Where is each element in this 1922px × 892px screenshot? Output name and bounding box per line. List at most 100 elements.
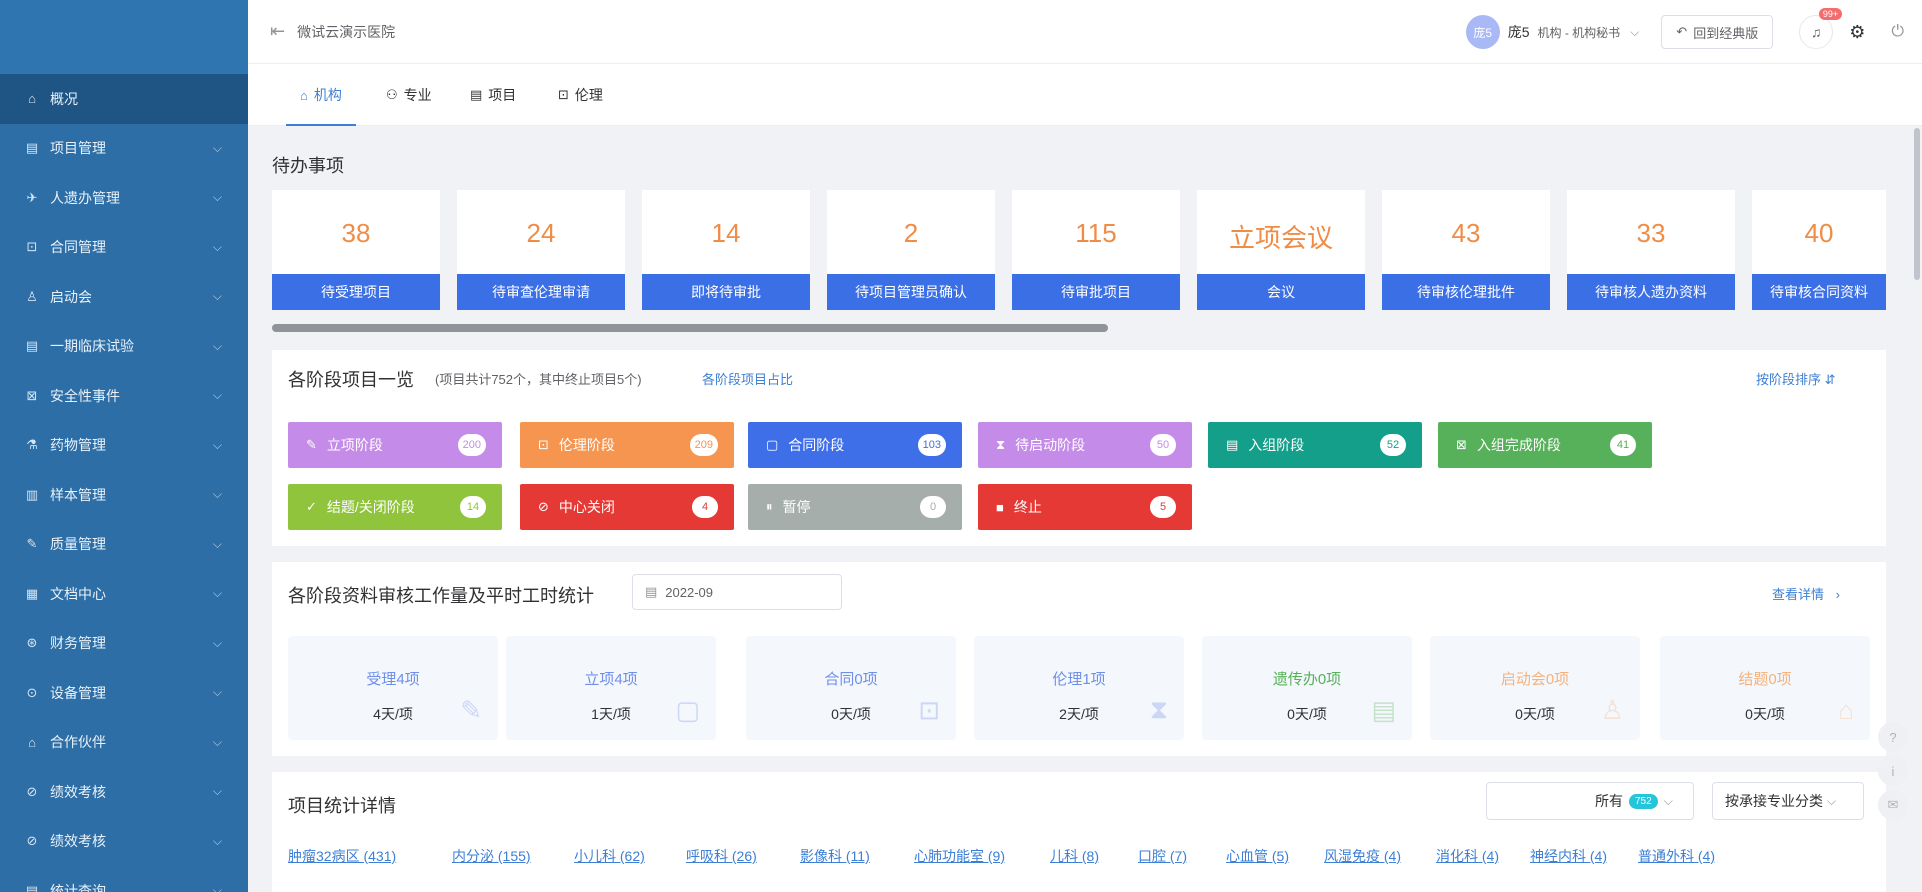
- menu-icon: ▦: [25, 585, 39, 601]
- sidebar-item[interactable]: ⚗ 药物管理 ⌵: [0, 421, 248, 471]
- todo-card[interactable]: 24 待审查伦理审请: [457, 190, 625, 310]
- stage-tag[interactable]: ⊘ 中心关闭 4: [520, 484, 734, 530]
- department-link[interactable]: 风湿免疫 (4): [1324, 846, 1401, 866]
- sidebar-item[interactable]: ⊘ 绩效考核 ⌵: [0, 767, 248, 817]
- department-link[interactable]: 儿科 (8): [1050, 846, 1099, 866]
- department-link[interactable]: 影像科 (11): [800, 846, 870, 866]
- stage-tag[interactable]: ⊡ 伦理阶段 209: [520, 422, 734, 468]
- sidebar-item[interactable]: ⊠ 安全性事件 ⌵: [0, 371, 248, 421]
- todo-count: 24: [526, 218, 556, 248]
- sidebar-item[interactable]: ⊛ 财务管理 ⌵: [0, 619, 248, 669]
- tab-ethics[interactable]: ⊡ 伦理: [558, 64, 603, 126]
- sidebar-item[interactable]: ⌂ 概况: [0, 74, 248, 124]
- workload-icon: ⧗: [1149, 694, 1168, 724]
- tab-project[interactable]: ▤ 项目: [470, 64, 516, 126]
- todo-card[interactable]: 14 即将待审批: [642, 190, 810, 310]
- month-picker[interactable]: ▤ 2022-09: [632, 574, 842, 610]
- todo-label: 待审核伦理批件: [1382, 274, 1550, 310]
- help-icon[interactable]: ?: [1878, 722, 1908, 752]
- workload-title-text: 伦理1项: [1052, 671, 1106, 688]
- todo-card[interactable]: 38 待受理项目: [272, 190, 440, 310]
- group-by-select[interactable]: 按承接专业分类 ⌵: [1712, 782, 1864, 820]
- sidebar-item[interactable]: ⊡ 合同管理 ⌵: [0, 223, 248, 273]
- stage-tag[interactable]: ⊠ 入组完成阶段 41: [1438, 422, 1652, 468]
- todo-card[interactable]: 40 待审核合同资料: [1752, 190, 1886, 310]
- sidebar-item[interactable]: ▦ 文档中心 ⌵: [0, 569, 248, 619]
- sidebar-item[interactable]: ▤ 项目管理 ⌵: [0, 124, 248, 174]
- tab-label: 专业: [403, 87, 432, 103]
- sidebar-item-label: 启动会: [50, 288, 92, 305]
- calendar-icon: ▤: [470, 87, 483, 102]
- stage-tag[interactable]: ⧗ 待启动阶段 50: [978, 422, 1192, 468]
- department-link[interactable]: 消化科 (4): [1436, 846, 1499, 866]
- workload-title: 各阶段资料审核工作量及平时工时统计: [288, 586, 594, 606]
- sidebar-item[interactable]: ✎ 质量管理 ⌵: [0, 520, 248, 570]
- filter-count: 752: [1629, 793, 1658, 809]
- sidebar-item[interactable]: ⊘ 绩效考核 ⌵: [0, 817, 248, 867]
- sidebar-item-label: 绩效考核: [50, 783, 106, 800]
- chevron-down-icon: ⌵: [212, 833, 222, 848]
- workload-card: 伦理1项 2天/项 ⧗: [974, 636, 1184, 740]
- stage-icon: ⊘: [538, 499, 549, 514]
- chevron-down-icon[interactable]: ⌵: [1630, 25, 1639, 40]
- stage-tag[interactable]: ✎ 立项阶段 200: [288, 422, 502, 468]
- view-details-link[interactable]: 查看详情 ›: [1772, 584, 1840, 603]
- sort-by-stage-link[interactable]: 按阶段排序 ⇵: [1756, 369, 1836, 388]
- department-link[interactable]: 肿瘤32病区 (431): [288, 846, 396, 866]
- vertical-scrollbar[interactable]: [1914, 128, 1920, 280]
- sidebar-item[interactable]: ▤ 一期临床试验 ⌵: [0, 322, 248, 372]
- todo-count: 14: [711, 218, 741, 248]
- sidebar-item[interactable]: ⌂ 合作伙伴 ⌵: [0, 718, 248, 768]
- gear-icon[interactable]: ⚙: [1849, 22, 1865, 43]
- notification-badge: 99+: [1818, 8, 1843, 20]
- stage-count: 14: [460, 496, 486, 518]
- todo-card[interactable]: 43 待审核伦理批件: [1382, 190, 1550, 310]
- department-link[interactable]: 口腔 (7): [1138, 846, 1187, 866]
- sidebar-item[interactable]: ▤ 统计查询 ⌵: [0, 866, 248, 892]
- stage-label: 结题/关闭阶段: [326, 499, 415, 515]
- stage-tag[interactable]: ■ 终止 5: [978, 484, 1192, 530]
- stage-count: 50: [1150, 434, 1176, 456]
- chevron-down-icon: ⌵: [212, 437, 222, 452]
- todo-card[interactable]: 2 待项目管理员确认: [827, 190, 995, 310]
- stage-tag[interactable]: ▢ 合同阶段 103: [748, 422, 962, 468]
- stage-tag[interactable]: ⏸ 暂停 0: [748, 484, 962, 530]
- filter-select[interactable]: 所有 752 ⌵: [1486, 782, 1694, 820]
- department-link[interactable]: 呼吸科 (26): [686, 846, 757, 866]
- filter-label: 所有: [1595, 793, 1623, 809]
- avatar[interactable]: 庞5: [1465, 15, 1500, 49]
- stage-tag[interactable]: ✓ 结题/关闭阶段 14: [288, 484, 502, 530]
- horizontal-scrollbar[interactable]: [272, 324, 1108, 332]
- todo-card[interactable]: 115 待审批项目: [1012, 190, 1180, 310]
- department-link[interactable]: 心血管 (5): [1226, 846, 1289, 866]
- todo-label: 待审查伦理审请: [457, 274, 625, 310]
- sidebar-item[interactable]: ⊙ 设备管理 ⌵: [0, 668, 248, 718]
- department-link[interactable]: 心肺功能室 (9): [914, 846, 1005, 866]
- stage-tag[interactable]: ▤ 入组阶段 52: [1208, 422, 1422, 468]
- logout-icon[interactable]: ⏻: [1891, 23, 1904, 41]
- old-version-button[interactable]: ↶ 回到经典版: [1661, 15, 1774, 49]
- chat-icon[interactable]: ✉: [1878, 790, 1908, 820]
- user-name[interactable]: 庞5: [1508, 22, 1530, 42]
- notification-button[interactable]: ♫ 99+: [1799, 8, 1843, 49]
- tab-institution[interactable]: ⌂ 机构: [286, 64, 356, 126]
- sidebar-item[interactable]: ♙ 启动会 ⌵: [0, 272, 248, 322]
- stages-ratio-link[interactable]: 各阶段项目占比: [702, 369, 793, 388]
- department-link[interactable]: 小儿科 (62): [574, 846, 645, 866]
- workload-title-text: 受理4项: [366, 671, 420, 688]
- department-link[interactable]: 神经内科 (4): [1530, 846, 1607, 866]
- stage-count: 103: [917, 434, 946, 456]
- todo-card[interactable]: 33 待审核人遗办资料: [1567, 190, 1735, 310]
- collapse-sidebar-icon[interactable]: ⇤: [270, 21, 285, 42]
- department-link[interactable]: 普通外科 (4): [1638, 846, 1715, 866]
- department-link[interactable]: 内分泌 (155): [452, 846, 531, 866]
- menu-icon: ▤: [25, 882, 39, 892]
- user-role[interactable]: 机构 - 机构秘书: [1538, 24, 1621, 41]
- todo-card[interactable]: 立项会议 会议: [1197, 190, 1365, 310]
- tab-specialty[interactable]: ⚇ 专业: [386, 64, 432, 126]
- sidebar-item[interactable]: ▥ 样本管理 ⌵: [0, 470, 248, 520]
- workload-icon: ♙: [1600, 695, 1624, 725]
- info-icon[interactable]: i: [1878, 756, 1908, 786]
- sidebar-item[interactable]: ✈ 人遗办管理 ⌵: [0, 173, 248, 223]
- month-value: 2022-09: [665, 584, 714, 600]
